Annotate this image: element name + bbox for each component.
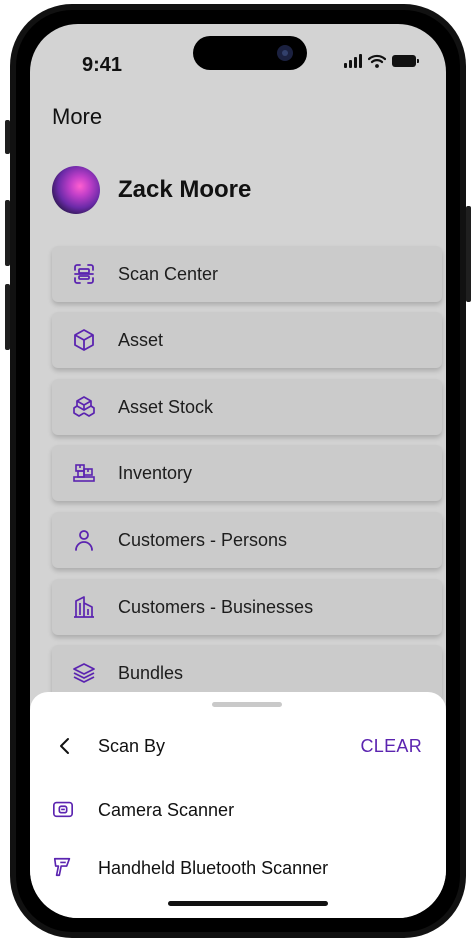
person-icon <box>75 530 93 551</box>
page-title: More <box>52 104 103 129</box>
menu-item-label: Customers - Persons <box>118 529 288 550</box>
boxes-icon <box>73 396 95 417</box>
menu-item-label: Customers - Businesses <box>118 596 314 617</box>
menu-item-asset[interactable]: Asset <box>52 312 442 368</box>
menu-item-customers-businesses[interactable]: Customers - Businesses <box>52 579 442 635</box>
menu-item-label: Scan Center <box>118 263 219 284</box>
scan-by-bottom-sheet: Scan By CLEAR Camera Scanner Handheld Bl… <box>30 692 446 918</box>
option-label: Camera Scanner <box>98 800 235 820</box>
sheet-title: Scan By <box>98 736 166 756</box>
avatar[interactable] <box>52 166 100 214</box>
back-chevron-icon[interactable] <box>58 736 72 756</box>
sheet-drag-handle[interactable] <box>212 702 282 707</box>
phone-power-button <box>466 206 471 302</box>
layers-icon <box>73 663 95 683</box>
option-handheld-bluetooth-scanner[interactable]: Handheld Bluetooth Scanner <box>30 846 446 890</box>
phone-bezel: 9:41 More Zack Moore Scan Center Asset A… <box>16 10 460 932</box>
menu-item-customers-persons[interactable]: Customers - Persons <box>52 512 442 568</box>
menu-item-asset-stock[interactable]: Asset Stock <box>52 379 442 435</box>
barcode-scanner-icon <box>53 857 71 877</box>
menu-item-label: Bundles <box>118 662 184 683</box>
cube-icon <box>74 329 94 351</box>
cellular-signal-icon <box>344 54 362 68</box>
status-bar: 9:41 <box>30 24 446 86</box>
screen: 9:41 More Zack Moore Scan Center Asset A… <box>30 24 446 918</box>
status-icons <box>344 54 419 68</box>
menu-item-scan-center[interactable]: Scan Center <box>52 246 442 302</box>
dynamic-island <box>193 36 307 70</box>
building-icon <box>74 596 94 618</box>
menu-item-label: Inventory <box>118 462 193 483</box>
camera-icon <box>53 801 73 818</box>
scan-icon <box>74 264 94 284</box>
home-indicator[interactable] <box>168 901 328 906</box>
wifi-icon <box>368 54 386 68</box>
menu-item-inventory[interactable]: Inventory <box>52 445 442 501</box>
clear-button[interactable]: CLEAR <box>360 736 422 757</box>
status-time: 9:41 <box>82 54 123 76</box>
phone-frame: 9:41 More Zack Moore Scan Center Asset A… <box>10 4 466 938</box>
inventory-icon <box>73 464 95 482</box>
option-camera-scanner[interactable]: Camera Scanner <box>30 788 446 832</box>
menu-item-label: Asset <box>118 329 164 350</box>
option-label: Handheld Bluetooth Scanner <box>98 858 329 878</box>
battery-icon <box>392 55 419 67</box>
user-name: Zack Moore <box>118 176 252 203</box>
menu-item-label: Asset Stock <box>118 396 214 417</box>
front-camera-icon <box>277 45 293 61</box>
